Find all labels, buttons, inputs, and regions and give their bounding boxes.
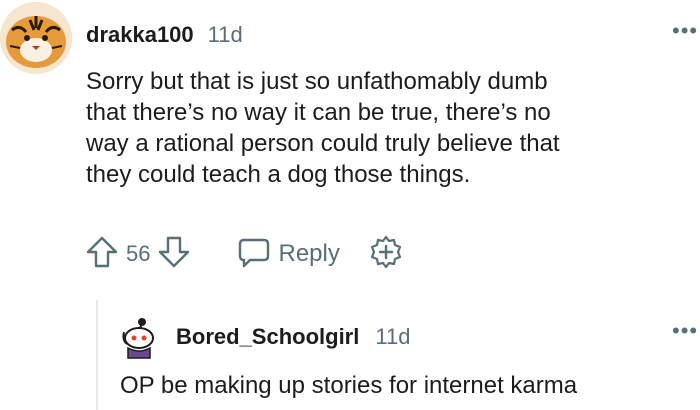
user-avatar[interactable] bbox=[120, 316, 158, 360]
user-avatar[interactable] bbox=[0, 2, 72, 74]
comment-body-line: that there’s no way it can be true, ther… bbox=[86, 99, 551, 126]
more-options-icon[interactable]: ••• bbox=[672, 18, 698, 44]
upvote-icon[interactable] bbox=[84, 234, 120, 275]
thread-line[interactable] bbox=[96, 300, 98, 410]
comment-age: 11d bbox=[375, 324, 411, 349]
reply-button[interactable]: Reply bbox=[236, 234, 340, 275]
comment-bubble-icon bbox=[236, 234, 272, 275]
comment-username[interactable]: drakka100 bbox=[86, 22, 194, 48]
vote-count: 56 bbox=[126, 241, 151, 266]
more-options-icon[interactable]: ••• bbox=[672, 318, 698, 344]
comment-body-line: OP be making up stories for internet kar… bbox=[120, 372, 578, 399]
comment-body-line: they could teach a dog those things. bbox=[86, 161, 471, 188]
award-plus-icon[interactable] bbox=[368, 234, 404, 275]
comment-action-bar: 56 Reply bbox=[84, 234, 404, 275]
downvote-icon[interactable] bbox=[156, 234, 192, 275]
comment-body: Sorry but that is just so unfathomably d… bbox=[86, 66, 696, 190]
comment-body: OP be making up stories for internet kar… bbox=[120, 370, 700, 401]
comment-age: 11d bbox=[207, 22, 243, 47]
reply-label: Reply bbox=[278, 240, 340, 267]
snoo-avatar-icon bbox=[122, 318, 154, 359]
tiger-avatar-icon bbox=[0, 2, 72, 74]
comment-body-line: way a rational person could truly believ… bbox=[86, 130, 560, 157]
comment-body-line: Sorry but that is just so unfathomably d… bbox=[86, 68, 548, 95]
comment-username[interactable]: Bored_Schoolgirl bbox=[176, 324, 359, 350]
